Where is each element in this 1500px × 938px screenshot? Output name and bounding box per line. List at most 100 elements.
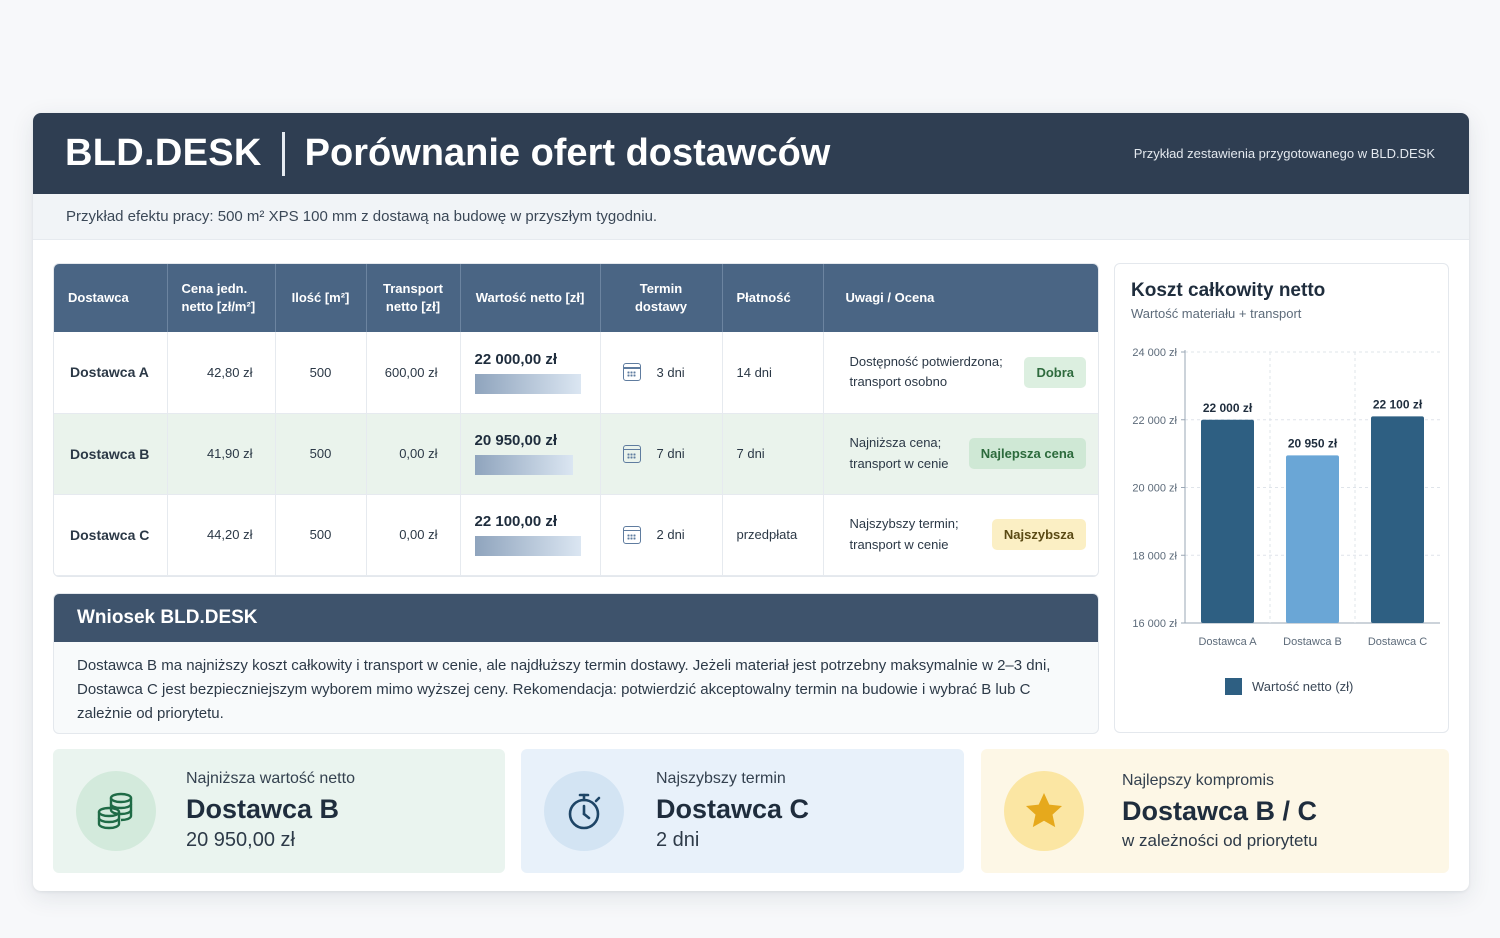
x-tick-label: Dostawca A <box>1198 636 1257 648</box>
transport-cell: 0,00 zł <box>366 413 461 495</box>
kpi-lowest-value: Najniższa wartość netto Dostawca B 20 95… <box>53 749 505 873</box>
calendar-icon <box>622 444 641 463</box>
payment-cell: 7 dni <box>722 413 824 495</box>
star-icon <box>1004 771 1084 851</box>
payment-cell: 14 dni <box>722 332 824 414</box>
table-row[interactable]: Dostawca C 44,20 zł 500 0,00 zł 22 100,0… <box>54 494 1098 576</box>
kpi-subvalue: 20 950,00 zł <box>186 829 295 851</box>
qty-cell: 500 <box>275 332 367 414</box>
bar <box>1201 419 1254 623</box>
table-header-row: Dostawca Cena jedn. netto [zł/m²] Ilość … <box>54 264 1098 332</box>
x-tick-label: Dostawca B <box>1283 636 1342 648</box>
calendar-icon <box>622 363 641 382</box>
payment-cell: przedpłata <box>722 494 824 576</box>
price-cell: 41,90 zł <box>167 413 276 495</box>
table-row[interactable]: Dostawca A 42,80 zł 500 600,00 zł 22 000… <box>54 332 1098 414</box>
column-header: Cena jedn. netto [zł/m²] <box>167 264 276 332</box>
term-text: 3 dni <box>656 364 685 380</box>
column-header: Transport netto [zł] <box>366 264 461 332</box>
y-tick-label: 18 000 zł <box>1132 550 1177 562</box>
coins-icon <box>76 771 156 851</box>
note-cell: Najniższa cena; transport w cenie Najleps… <box>823 413 1098 495</box>
header-note: Przykład zestawienia przygotowanego w BL… <box>1133 146 1435 161</box>
conclusion-title: Wniosek BLD.DESK <box>54 594 1098 642</box>
value-cell: 22 000,00 zł <box>460 332 601 414</box>
cost-chart: Koszt całkowity netto Wartość materiału … <box>1114 263 1449 733</box>
column-header: Dostawca <box>54 264 168 332</box>
kpi-value: Dostawca C <box>656 794 810 824</box>
value-text: 20 950,00 zł <box>474 432 558 449</box>
note-text: Najszybszy termin; transport w cenie <box>849 516 959 552</box>
brand-logo: BLD.DESK <box>65 132 262 174</box>
data-label: 20 950 zł <box>1288 436 1338 450</box>
kpi-label: Najszybszy termin <box>656 770 786 787</box>
kpi-subvalue: 2 dni <box>656 829 700 851</box>
rating-badge: Dobra <box>1024 356 1086 388</box>
kpi-label: Najlepszy kompromis <box>1122 771 1275 789</box>
kpi-label: Najniższa wartość netto <box>186 770 355 787</box>
y-tick-label: 16 000 zł <box>1132 618 1177 630</box>
subtitle-text: Przykład efektu pracy: 500 m² XPS 100 mm… <box>66 208 658 225</box>
chart-plot: 16 000 zł 18 000 zł 20 000 zł 22 000 zł 24 0… <box>1132 347 1440 648</box>
value-text: 22 000,00 zł <box>474 350 558 368</box>
value-bar <box>474 536 581 556</box>
y-tick-label: 22 000 zł <box>1132 415 1177 427</box>
column-header: Płatność <box>722 264 824 332</box>
term-cell: 3 dni <box>600 332 723 414</box>
kpi-subvalue: w zależności od priorytetu <box>1122 830 1318 850</box>
transport-cell: 600,00 zł <box>366 332 461 414</box>
supplier-cell: Dostawca A <box>54 332 168 414</box>
value-cell: 20 950,00 zł <box>460 413 601 495</box>
term-text: 2 dni <box>656 527 685 542</box>
supplier-cell: Dostawca C <box>54 494 168 576</box>
table-row[interactable]: Dostawca B 41,90 zł 500 0,00 zł 20 950,0… <box>54 413 1098 495</box>
data-label: 22 000 zł <box>1203 401 1253 415</box>
note-text: Dostępność potwierdzona; transport osobn… <box>849 354 1003 390</box>
subtitle-bar: Przykład efektu pracy: 500 m² XPS 100 mm… <box>33 194 1469 240</box>
rating-badge: Najlepsza cena <box>968 438 1086 469</box>
rating-badge: Najszybsza <box>991 519 1086 550</box>
supplier-cell: Dostawca B <box>54 413 168 495</box>
note-text: Najniższa cena; transport w cenie <box>849 435 949 471</box>
legend-label: Wartość netto (zł) <box>1252 679 1354 694</box>
price-cell: 44,20 zł <box>167 494 276 576</box>
term-cell: 7 dni <box>600 413 723 495</box>
value-bar <box>474 455 573 475</box>
stopwatch-icon <box>544 771 624 851</box>
kpi-value: Dostawca B / C <box>1122 795 1318 826</box>
kpi-value: Dostawca B <box>186 794 340 824</box>
column-header: Uwagi / Ocena <box>823 264 1098 332</box>
data-label: 22 100 zł <box>1373 397 1423 411</box>
price-cell: 42,80 zł <box>167 332 276 414</box>
page-title: Porównanie ofert dostawców <box>304 132 831 174</box>
column-header: Ilość [m²] <box>275 264 367 332</box>
column-header: Wartość netto [zł] <box>460 264 601 332</box>
y-tick-label: 24 000 zł <box>1132 347 1177 359</box>
value-cell: 22 100,00 zł <box>460 494 601 576</box>
x-tick-label: Dostawca C <box>1368 636 1427 648</box>
offers-table: Dostawca Cena jedn. netto [zł/m²] Ilość … <box>53 263 1099 577</box>
term-text: 7 dni <box>656 446 685 461</box>
conclusion-text: Dostawca B ma najniższy koszt całkowity … <box>77 657 1051 722</box>
note-cell: Najszybszy termin; transport w cenie Najs… <box>823 494 1098 576</box>
column-header: Termin dostawy <box>600 264 723 332</box>
value-bar <box>474 373 581 394</box>
kpi-best-compromise: Najlepszy kompromis Dostawca B / C w zal… <box>981 749 1449 873</box>
y-tick-label: 20 000 zł <box>1132 483 1177 495</box>
report-card: BLD.DESK Porównanie ofert dostawców Przy… <box>33 113 1469 891</box>
header-bar: BLD.DESK Porównanie ofert dostawców Przy… <box>33 113 1469 194</box>
value-text: 22 100,00 zł <box>474 513 558 530</box>
bar <box>1286 455 1339 623</box>
calendar-icon <box>622 525 641 544</box>
bar <box>1371 416 1424 623</box>
term-cell: 2 dni <box>600 494 723 576</box>
note-cell: Dostępność potwierdzona; transport osobn… <box>823 332 1098 414</box>
qty-cell: 500 <box>275 413 367 495</box>
qty-cell: 500 <box>275 494 367 576</box>
conclusion-panel: Wniosek BLD.DESK Dostawca B ma najniższy… <box>53 593 1099 734</box>
chart-legend: Wartość netto (zł) <box>1225 678 1353 695</box>
legend-swatch <box>1225 678 1242 695</box>
kpi-fastest-term: Najszybszy termin Dostawca C 2 dni <box>521 749 964 873</box>
header-divider <box>281 131 285 176</box>
transport-cell: 0,00 zł <box>366 494 461 576</box>
